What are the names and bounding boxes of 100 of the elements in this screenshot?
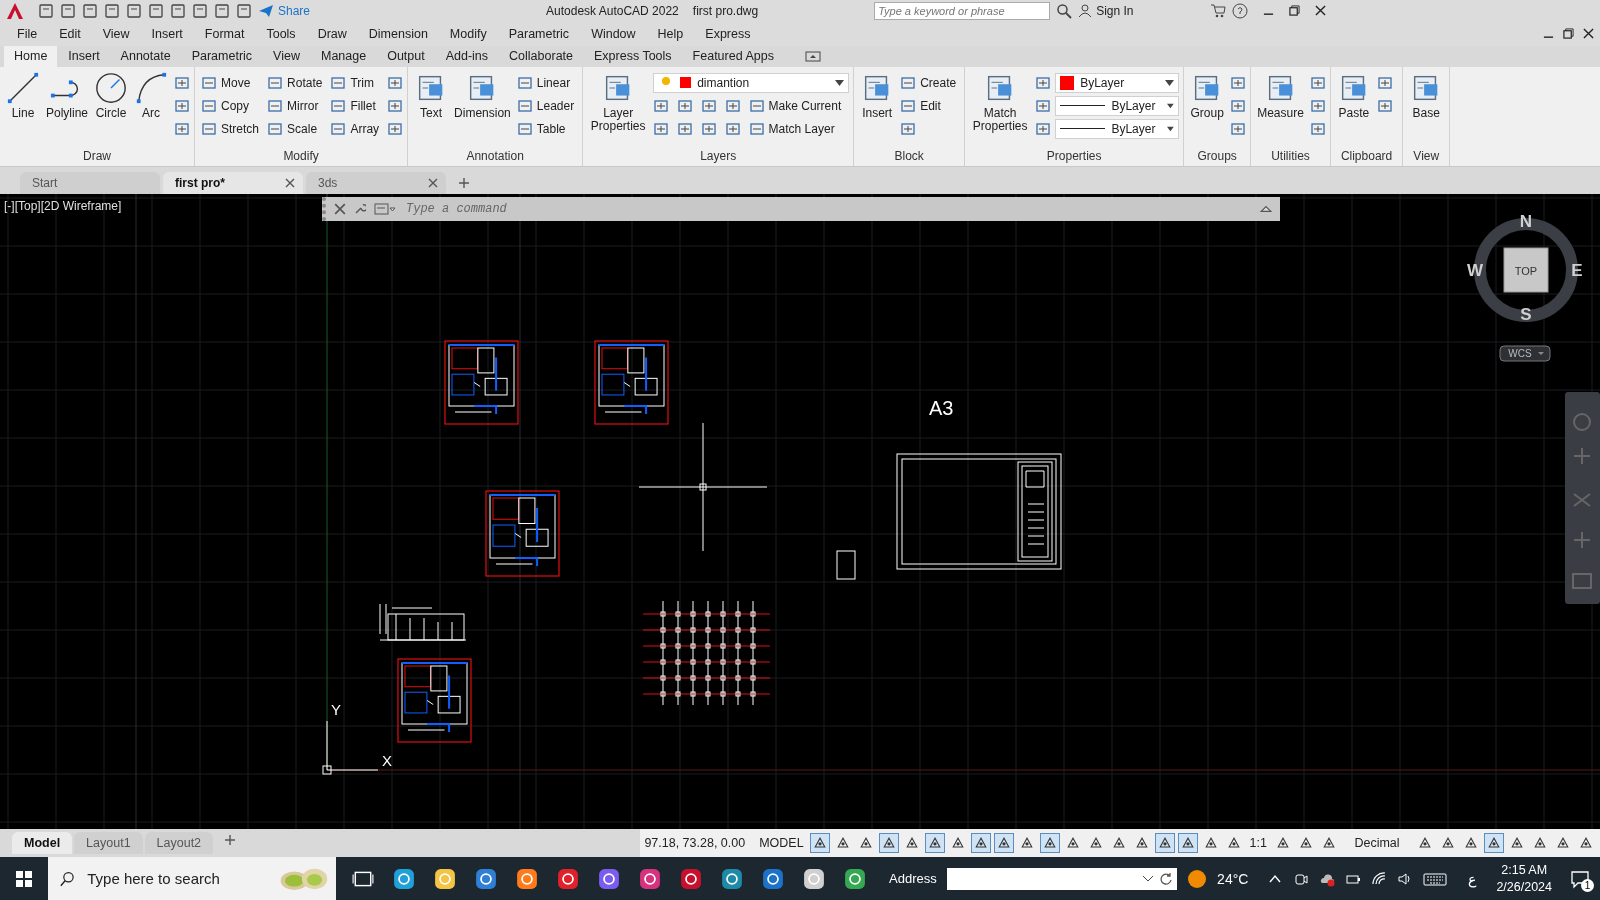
ribbon-tab[interactable]: Annotate [110, 46, 181, 68]
search-icon[interactable] [1056, 2, 1073, 19]
ribbon-button[interactable]: Stretch [201, 120, 264, 137]
menu-item[interactable]: Window [580, 26, 647, 41]
address-field[interactable] [946, 867, 1177, 890]
tool-icon[interactable] [1309, 74, 1326, 91]
restore-icon[interactable] [1288, 5, 1300, 17]
toolbar-icon[interactable] [60, 2, 76, 19]
menu-item[interactable]: Modify [438, 26, 498, 41]
ribbon-button[interactable]: Match Properties [969, 71, 1032, 134]
tool-icon[interactable] [174, 97, 191, 114]
app-icon[interactable] [761, 867, 784, 890]
ribbon-button[interactable]: Move [201, 74, 264, 91]
ribbon-button[interactable]: Measure [1255, 71, 1306, 121]
file-tab-label[interactable]: first pro* [175, 176, 225, 190]
ribbon-button[interactable]: Layer Properties [587, 71, 650, 134]
ribbon-button[interactable]: Polyline [44, 71, 91, 121]
app-logo-icon[interactable] [6, 1, 24, 20]
ribbon-button[interactable]: Mirror [267, 97, 327, 114]
menu-item[interactable]: Edit [48, 26, 92, 41]
close-icon[interactable] [1583, 28, 1594, 40]
ribbon-button[interactable]: Table [516, 120, 579, 137]
wifi-icon[interactable] [1371, 870, 1388, 887]
clock[interactable]: 2:15 AM 2/26/2024 [1488, 861, 1560, 896]
ribbon-button[interactable]: Scale [267, 120, 327, 137]
ribbon-button[interactable]: Rotate [267, 74, 327, 91]
status-toggle-icon[interactable] [1484, 833, 1504, 853]
annotation-scale-button[interactable]: 1:1 [1246, 836, 1270, 850]
panel-toggle-icon[interactable] [804, 48, 821, 65]
layout-tab[interactable]: Layout2 [144, 832, 214, 854]
tool-icon[interactable] [1035, 120, 1052, 137]
tool-icon[interactable] [653, 97, 670, 114]
status-toggle-icon[interactable] [970, 833, 991, 853]
tool-icon[interactable] [387, 74, 404, 91]
wrench-icon[interactable] [354, 203, 366, 215]
toolbar-icon[interactable] [192, 2, 208, 19]
ribbon-tab[interactable]: Express Tools [584, 46, 682, 68]
tool-icon[interactable] [1230, 74, 1247, 91]
ribbon-tab[interactable]: Manage [310, 46, 377, 68]
model-space-button[interactable]: MODEL [756, 836, 807, 850]
tool-icon[interactable] [387, 120, 404, 137]
coordinate-system-menu[interactable]: WCS [1499, 345, 1551, 362]
help-icon[interactable] [1231, 2, 1248, 19]
panel-title[interactable]: Groups [1191, 146, 1243, 167]
status-toggle-icon[interactable] [878, 833, 899, 853]
menu-item[interactable]: Tools [255, 26, 307, 41]
keyboard-icon[interactable] [1423, 870, 1448, 887]
status-toggle-icon[interactable] [1039, 833, 1060, 853]
coordinates-readout[interactable]: 97.18, 73.28, 0.00 [644, 836, 746, 850]
tool-icon[interactable] [1309, 120, 1326, 137]
menu-item[interactable]: Format [193, 26, 256, 41]
file-tab[interactable]: first pro* [163, 172, 303, 194]
search-field[interactable]: Type a keyword or phrase [874, 1, 1051, 20]
panel-title[interactable]: Modify [277, 146, 325, 167]
windows-start-icon[interactable] [16, 870, 32, 887]
toolbar-icon[interactable] [104, 2, 120, 19]
tool-icon[interactable] [677, 120, 693, 137]
status-toggle-icon[interactable] [1154, 833, 1175, 853]
plus-icon[interactable] [225, 835, 236, 845]
linetype-dropdown[interactable]: ByLayer [1055, 118, 1180, 139]
ribbon-button[interactable]: Paste [1334, 71, 1373, 121]
menu-item[interactable]: File [6, 26, 49, 41]
toolbar-icon[interactable] [148, 2, 164, 19]
panel-title[interactable]: Clipboard [1334, 146, 1399, 167]
tool-icon[interactable] [653, 120, 670, 137]
toolbar-icon[interactable] [170, 2, 186, 19]
panel-title[interactable]: Block [888, 146, 930, 167]
file-tab-label[interactable]: Start [32, 176, 58, 190]
panel-title[interactable]: Properties [1040, 146, 1108, 167]
app-icon[interactable] [720, 867, 743, 890]
tool-icon[interactable] [1230, 120, 1247, 137]
status-toggle-icon[interactable] [924, 833, 945, 853]
ribbon-button[interactable]: Create [900, 74, 961, 91]
menu-item[interactable]: Parametric [497, 26, 581, 41]
ribbon-button[interactable]: Leader [516, 97, 579, 114]
tool-icon[interactable] [1309, 97, 1326, 114]
file-tab[interactable]: 3ds [306, 172, 446, 194]
color-dropdown[interactable]: ByLayer [1055, 72, 1180, 93]
toolbar-icon[interactable] [126, 2, 142, 19]
ribbon-tab[interactable]: View [263, 46, 310, 68]
tool-icon[interactable] [1035, 97, 1052, 114]
tool-icon[interactable] [1376, 74, 1393, 91]
ribbon-button[interactable]: Array [330, 120, 384, 137]
view-cube[interactable]: TOP [1503, 247, 1549, 293]
ribbon-tab[interactable]: Insert [58, 46, 110, 68]
tool-icon[interactable] [700, 97, 717, 114]
toolbar-icon[interactable] [214, 2, 230, 19]
ribbon-button[interactable]: Trim [330, 74, 384, 91]
input-language-indicator[interactable]: ع [1468, 870, 1477, 887]
menu-item[interactable]: Dimension [357, 26, 439, 41]
ribbon-button[interactable]: Circle [92, 71, 131, 121]
tool-icon[interactable] [1376, 97, 1393, 114]
ribbon-tab[interactable]: Parametric [181, 46, 263, 68]
ribbon-button[interactable]: Base [1407, 71, 1446, 121]
tool-icon[interactable] [1035, 74, 1052, 91]
layout-tab[interactable]: Layout1 [74, 832, 143, 854]
tool-icon[interactable] [387, 97, 404, 114]
toolbar-icon[interactable] [38, 2, 54, 19]
caret-icon[interactable] [1142, 875, 1153, 882]
ribbon-tab[interactable]: Output [377, 46, 435, 68]
